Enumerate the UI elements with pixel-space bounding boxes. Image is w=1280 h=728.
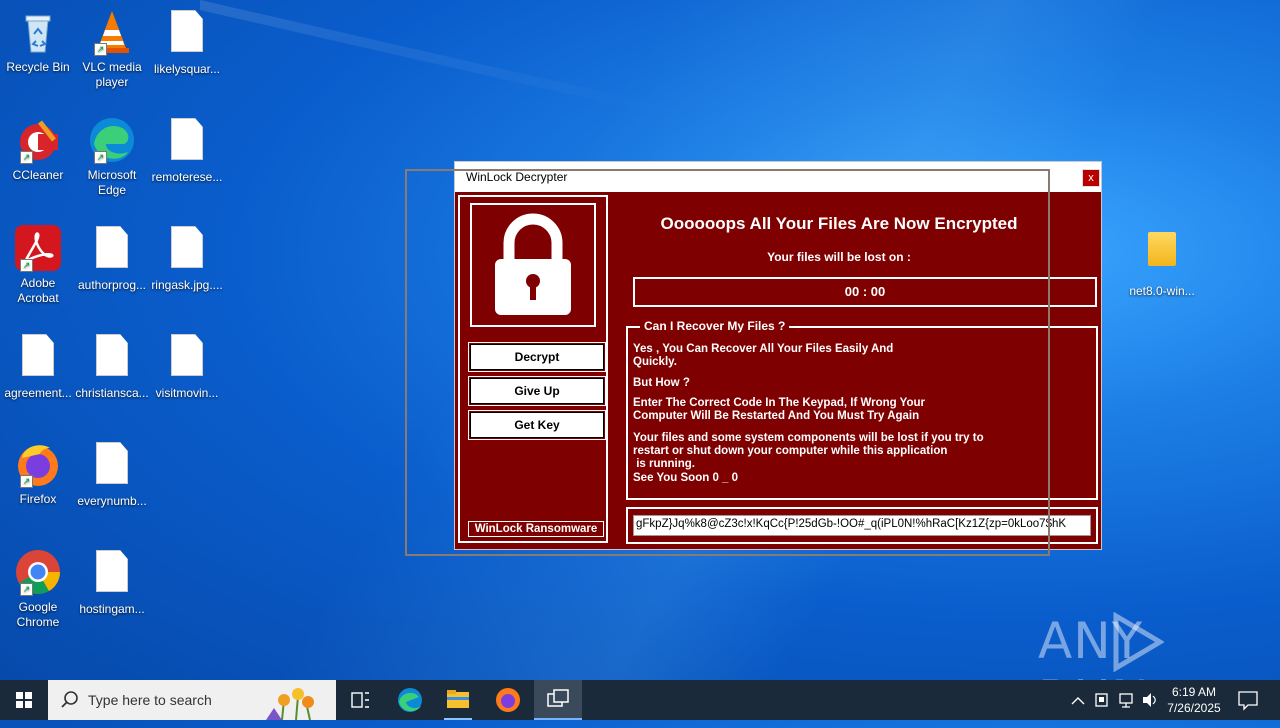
shortcut-arrow-icon: ↗ bbox=[20, 259, 33, 272]
document-icon bbox=[88, 442, 136, 490]
search-highlight-flowers-icon bbox=[266, 688, 314, 720]
desktop-icon-label: net8.0-win... bbox=[1129, 284, 1195, 298]
desktop-icon-label: ringask.jpg.... bbox=[151, 278, 223, 292]
desktop-icon-agreement[interactable]: agreement... bbox=[0, 332, 76, 401]
tray-device-button[interactable] bbox=[1092, 680, 1112, 720]
desktop-icon-adobe-acrobat[interactable]: ↗ Adobe Acrobat bbox=[0, 224, 76, 306]
folder-icon bbox=[1138, 232, 1186, 280]
shortcut-arrow-icon: ↗ bbox=[20, 151, 33, 164]
desktop-icon-label: hostingam... bbox=[79, 602, 145, 616]
firefox-icon bbox=[496, 688, 520, 712]
shortcut-arrow-icon: ↗ bbox=[20, 583, 33, 596]
desktop-icon-edge[interactable]: ↗ Microsoft Edge bbox=[74, 116, 150, 198]
document-icon bbox=[163, 10, 211, 58]
vlc-cone-icon: ↗ bbox=[88, 8, 136, 56]
desktop-icon-christiansca[interactable]: christiansca... bbox=[74, 332, 150, 401]
desktop-icon-label: VLC media player bbox=[82, 60, 142, 89]
desktop-icon-label: Microsoft Edge bbox=[87, 168, 137, 197]
window-move-outline bbox=[405, 169, 1050, 556]
notification-icon bbox=[1238, 691, 1258, 711]
search-placeholder: Type here to search bbox=[88, 692, 212, 708]
start-button[interactable] bbox=[0, 680, 48, 720]
shortcut-arrow-icon: ↗ bbox=[20, 475, 33, 488]
tray-network-button[interactable] bbox=[1116, 680, 1138, 720]
shortcut-arrow-icon: ↗ bbox=[94, 151, 107, 164]
desktop-icon-visitmovin[interactable]: visitmovin... bbox=[149, 332, 225, 401]
adobe-acrobat-icon: ↗ bbox=[14, 224, 62, 272]
desktop-icon-label: Recycle Bin bbox=[6, 60, 70, 74]
tray-overflow-button[interactable] bbox=[1068, 680, 1088, 720]
desktop-icon-recycle-bin[interactable]: Recycle Bin bbox=[0, 8, 76, 75]
desktop-icon-label: visitmovin... bbox=[155, 386, 219, 400]
desktop-icon-net8-folder[interactable]: net8.0-win... bbox=[1124, 224, 1200, 299]
volume-icon bbox=[1143, 693, 1156, 707]
tray-volume-button[interactable] bbox=[1140, 680, 1160, 720]
desktop-icon-ringask[interactable]: ringask.jpg.... bbox=[149, 224, 225, 293]
desktop-icon-authorprog[interactable]: authorprog... bbox=[74, 224, 150, 293]
recycle-bin-icon bbox=[14, 8, 62, 56]
document-icon bbox=[163, 334, 211, 382]
desktop-icon-remoterese[interactable]: remoterese... bbox=[149, 116, 225, 185]
taskbar-firefox[interactable] bbox=[484, 680, 532, 720]
search-icon bbox=[61, 691, 78, 708]
clock-date: 7/26/2025 bbox=[1167, 701, 1221, 715]
shortcut-arrow-icon: ↗ bbox=[94, 43, 107, 56]
taskbar-edge[interactable] bbox=[386, 680, 434, 720]
taskbar-file-explorer[interactable] bbox=[434, 680, 482, 720]
windows-logo-icon bbox=[16, 692, 32, 708]
desktop-icon-label: likelysquar... bbox=[153, 62, 221, 76]
desktop-icon-everynumb[interactable]: everynumb... bbox=[74, 440, 150, 509]
document-icon bbox=[14, 334, 62, 382]
desktop-icon-label: CCleaner bbox=[12, 168, 64, 182]
desktop-icon-hostingam[interactable]: hostingam... bbox=[74, 548, 150, 617]
desktop-icon-label: everynumb... bbox=[77, 494, 147, 508]
action-center-button[interactable] bbox=[1236, 680, 1260, 720]
document-icon bbox=[88, 226, 136, 274]
desktop-icon-label: Firefox bbox=[19, 492, 57, 506]
firefox-icon: ↗ bbox=[14, 440, 62, 488]
chrome-icon: ↗ bbox=[14, 548, 62, 596]
edge-icon bbox=[398, 688, 422, 712]
desktop-icon-label: agreement... bbox=[4, 386, 72, 400]
clock-time: 6:19 AM bbox=[1171, 685, 1217, 699]
desktop-icon-likelysquar[interactable]: likelysquar... bbox=[149, 8, 225, 77]
desktop-icon-label: Adobe Acrobat bbox=[17, 276, 59, 305]
desktop-icon-vlc[interactable]: ↗ VLC media player bbox=[74, 8, 150, 90]
document-icon bbox=[163, 226, 211, 274]
document-icon bbox=[88, 550, 136, 598]
taskbar-clock[interactable]: 6:19 AM 7/26/2025 bbox=[1158, 684, 1230, 716]
desktop-icon-label: authorprog... bbox=[77, 278, 147, 292]
document-icon bbox=[163, 118, 211, 166]
task-view-button[interactable] bbox=[336, 680, 384, 720]
watermark-play-icon bbox=[1113, 612, 1164, 672]
taskbar: Type here to search 6:19 AM 7/26/2025 bbox=[0, 680, 1280, 720]
desktop-icon-label: remoterese... bbox=[151, 170, 223, 184]
desktop-icon-label: christiansca... bbox=[75, 386, 149, 400]
file-explorer-icon bbox=[447, 690, 469, 708]
search-box[interactable]: Type here to search bbox=[48, 680, 336, 720]
desktop-icon-firefox[interactable]: ↗ Firefox bbox=[0, 440, 76, 507]
network-icon bbox=[1119, 693, 1133, 708]
task-view-icon bbox=[351, 692, 369, 708]
desktop-icon-ccleaner[interactable]: ↗ CCleaner bbox=[0, 116, 76, 183]
close-button[interactable]: x bbox=[1082, 169, 1100, 187]
desktop-icon-google-chrome[interactable]: ↗ Google Chrome bbox=[0, 548, 76, 630]
desktop-icon-label: Google Chrome bbox=[16, 600, 60, 629]
app-window-icon bbox=[547, 689, 569, 707]
ccleaner-icon: ↗ bbox=[14, 116, 62, 164]
chevron-up-icon bbox=[1071, 697, 1085, 705]
document-icon bbox=[88, 334, 136, 382]
device-icon bbox=[1095, 693, 1108, 707]
edge-icon: ↗ bbox=[88, 116, 136, 164]
taskbar-winlock-app[interactable] bbox=[534, 680, 582, 720]
